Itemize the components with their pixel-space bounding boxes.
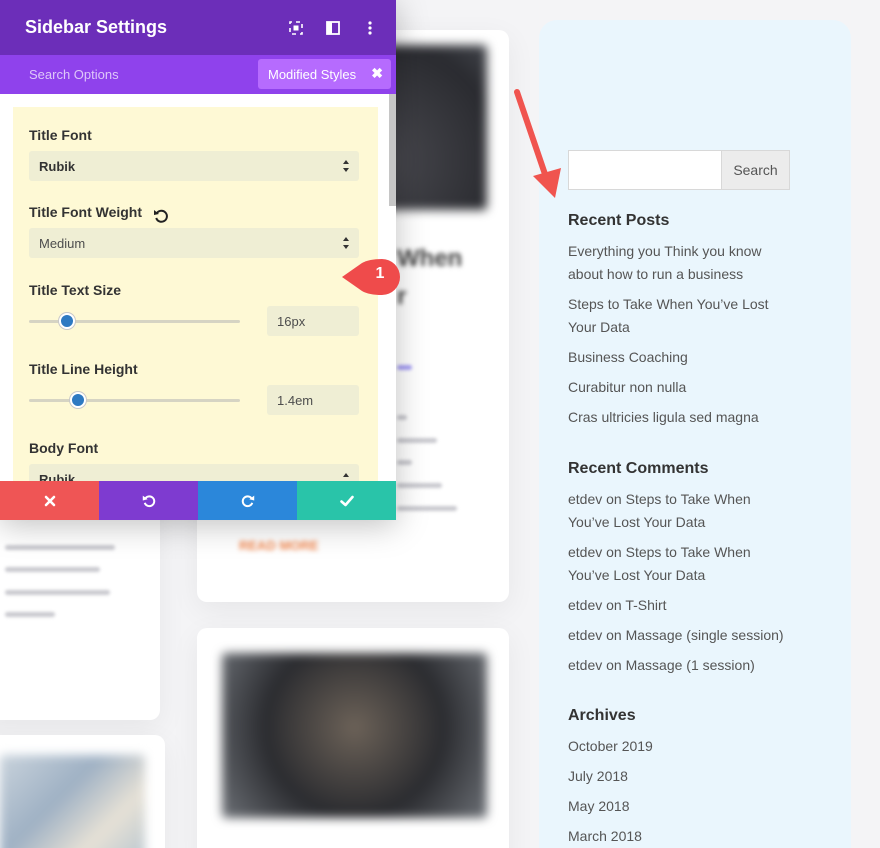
post-title: When (397, 245, 463, 272)
recent-comments-widget: Recent Comments etdev on Steps to Take W… (568, 460, 828, 684)
recent-post-link[interactable]: Steps to Take When You’ve Lost Your Data (568, 296, 769, 335)
modal-search-bar: Search Options Modified Styles ✖ (0, 55, 396, 94)
archives-title: Archives (568, 707, 636, 724)
annotation-arrow-icon (514, 89, 561, 198)
callout-number: 1 (375, 265, 385, 282)
post-image (0, 755, 145, 848)
title-font-weight-select[interactable]: Medium (29, 228, 359, 258)
post-card (197, 628, 509, 848)
options-panel: Title Font Rubik Title Font Weight Mediu… (13, 107, 378, 481)
modified-styles-filter[interactable]: Modified Styles ✖ (258, 59, 391, 89)
checkmark-icon (339, 495, 354, 506)
columns-layout-icon[interactable] (314, 0, 351, 55)
select-arrows-icon (343, 160, 349, 172)
recent-post-link[interactable]: Curabitur non nulla (568, 379, 686, 395)
recent-posts-widget: Recent Posts Everything you Think you kn… (568, 212, 828, 436)
recent-comment-link[interactable]: etdev on Massage (1 session) (568, 657, 755, 673)
title-text-size-label: Title Text Size (29, 282, 122, 298)
close-icon (44, 495, 55, 506)
undo-button[interactable] (99, 481, 198, 520)
search-button[interactable]: Search (721, 150, 790, 190)
title-line-height-label: Title Line Height (29, 361, 138, 377)
redo-icon (241, 494, 254, 507)
recent-comment-link[interactable]: etdev on Steps to Take When You’ve Lost … (568, 544, 751, 583)
title-line-height-slider[interactable] (29, 392, 240, 408)
post-image (222, 653, 487, 818)
title-text-size-slider[interactable] (29, 313, 240, 329)
recent-posts-title: Recent Posts (568, 212, 670, 229)
more-vertical-icon[interactable] (351, 0, 388, 55)
search-options-input[interactable]: Search Options (29, 67, 119, 82)
scrollbar-thumb[interactable] (389, 94, 396, 206)
sidebar: Search Recent Posts Everything you Think… (539, 20, 851, 848)
body-font-value: Rubik (39, 472, 76, 481)
archive-link[interactable]: March 2018 (568, 828, 642, 844)
body-font-label: Body Font (29, 440, 99, 456)
redo-button[interactable] (198, 481, 297, 520)
archive-link[interactable]: October 2019 (568, 738, 653, 754)
close-icon[interactable]: ✖ (371, 65, 383, 82)
title-font-select[interactable]: Rubik (29, 151, 359, 181)
archives-widget: Archives October 2019 July 2018 May 2018… (568, 707, 828, 848)
modal-footer (0, 481, 396, 520)
settings-modal: Sidebar Settings Search Options Modified… (0, 0, 396, 520)
slider-handle[interactable] (69, 392, 86, 408)
archive-link[interactable]: May 2018 (568, 798, 629, 814)
reset-icon[interactable] (152, 207, 170, 225)
recent-post-link[interactable]: Cras ultricies ligula sed magna (568, 409, 759, 425)
recent-comments-title: Recent Comments (568, 460, 709, 477)
select-arrows-icon (343, 237, 349, 249)
expand-icon[interactable] (277, 0, 314, 55)
title-font-weight-label: Title Font Weight (29, 204, 143, 220)
cancel-button[interactable] (0, 481, 99, 520)
undo-icon (142, 494, 155, 507)
title-font-weight-value: Medium (39, 236, 86, 251)
body-font-select[interactable]: Rubik (29, 464, 359, 481)
title-text-size-input[interactable] (267, 306, 359, 336)
recent-comment-link[interactable]: etdev on T-Shirt (568, 597, 667, 613)
select-arrows-icon (343, 473, 349, 477)
modal-title: Sidebar Settings (25, 17, 168, 37)
slider-handle[interactable] (58, 313, 75, 329)
archive-link[interactable]: July 2018 (568, 768, 628, 784)
search-widget: Search (568, 150, 790, 190)
save-button[interactable] (297, 481, 396, 520)
title-font-label: Title Font (29, 127, 92, 143)
recent-post-link[interactable]: Business Coaching (568, 349, 688, 365)
title-line-height-input[interactable] (267, 385, 359, 415)
modified-styles-label: Modified Styles (268, 66, 357, 82)
recent-comment-link[interactable]: etdev on Massage (single session) (568, 627, 784, 643)
modal-header: Sidebar Settings (0, 0, 396, 55)
recent-comment-link[interactable]: etdev on Steps to Take When You’ve Lost … (568, 491, 751, 530)
recent-post-link[interactable]: Everything you Think you know about how … (568, 243, 762, 282)
post-card (0, 735, 165, 848)
title-font-value: Rubik (39, 159, 76, 174)
read-more-link: READ MORE (239, 538, 319, 553)
search-input[interactable] (568, 150, 721, 190)
modal-body: Title Font Rubik Title Font Weight Mediu… (0, 94, 396, 481)
